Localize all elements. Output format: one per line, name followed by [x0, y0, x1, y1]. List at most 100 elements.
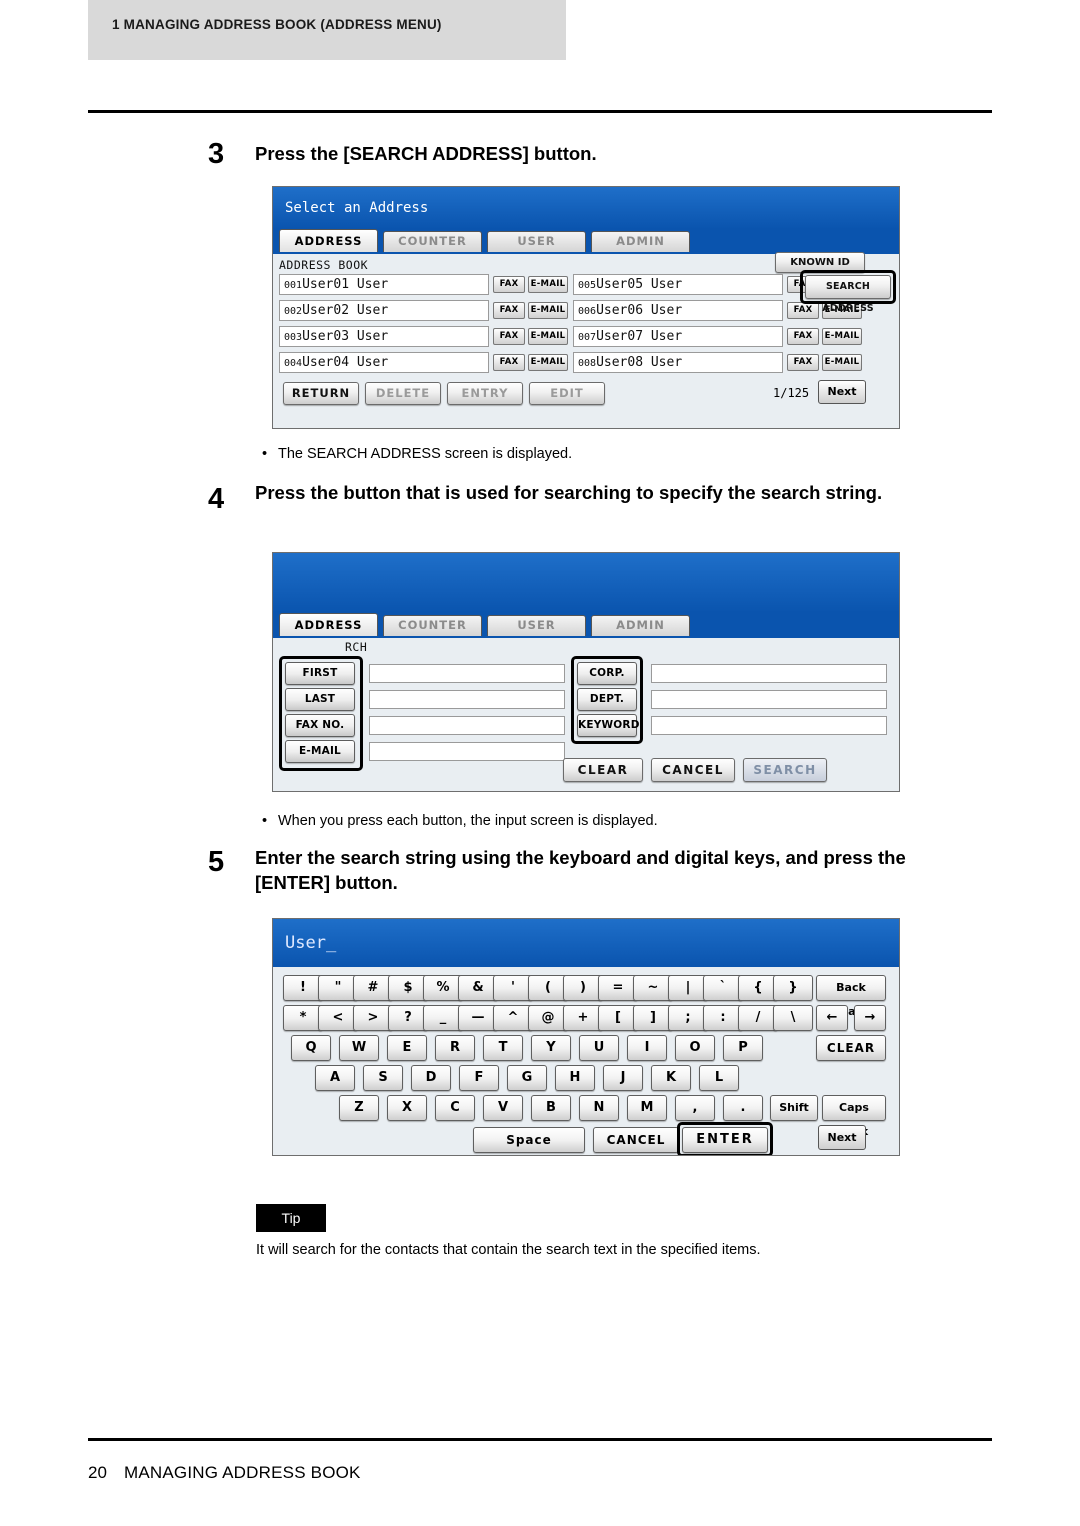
- key-backslash[interactable]: \: [773, 1005, 813, 1031]
- arrow-left-icon[interactable]: ←: [816, 1005, 848, 1031]
- key-t[interactable]: T: [483, 1035, 523, 1061]
- email-badge[interactable]: E-MAIL: [528, 354, 568, 371]
- key-period[interactable]: .: [723, 1095, 763, 1121]
- key-bracket-open[interactable]: [: [598, 1005, 638, 1031]
- key-apostrophe[interactable]: ': [493, 975, 533, 1001]
- fax-badge[interactable]: FAX: [493, 276, 525, 293]
- key-slash[interactable]: /: [738, 1005, 778, 1031]
- back-space-key[interactable]: Back Space: [816, 975, 886, 1018]
- email-badge[interactable]: E-MAIL: [528, 328, 568, 345]
- key-emdash[interactable]: —: [458, 1005, 498, 1031]
- key-plus[interactable]: +: [563, 1005, 603, 1031]
- email-field[interactable]: [369, 742, 565, 761]
- key-brace-open[interactable]: {: [738, 975, 778, 1001]
- fax-badge[interactable]: FAX: [493, 328, 525, 345]
- edit-button[interactable]: EDIT: [529, 382, 605, 405]
- table-row[interactable]: 006User06 User: [573, 300, 783, 321]
- key-f[interactable]: F: [459, 1065, 499, 1091]
- delete-button[interactable]: DELETE: [365, 382, 441, 405]
- key-q[interactable]: Q: [291, 1035, 331, 1061]
- key-b[interactable]: B: [531, 1095, 571, 1121]
- key-colon[interactable]: :: [703, 1005, 743, 1031]
- key-r[interactable]: R: [435, 1035, 475, 1061]
- enter-key[interactable]: ENTER: [682, 1127, 768, 1153]
- key-h[interactable]: H: [555, 1065, 595, 1091]
- dept-button[interactable]: DEPT.: [577, 688, 637, 711]
- last-name-field[interactable]: [369, 690, 565, 709]
- tab-counter[interactable]: COUNTER: [383, 231, 482, 252]
- key-percent[interactable]: %: [423, 975, 463, 1001]
- key-underscore[interactable]: _: [423, 1005, 463, 1031]
- key-c[interactable]: C: [435, 1095, 475, 1121]
- key-backtick[interactable]: `: [703, 975, 743, 1001]
- key-exclam[interactable]: !: [283, 975, 323, 1001]
- clear-key[interactable]: CLEAR: [816, 1035, 886, 1061]
- corp-field[interactable]: [651, 664, 887, 683]
- table-row[interactable]: 008User08 User: [573, 352, 783, 373]
- key-n[interactable]: N: [579, 1095, 619, 1121]
- key-hash[interactable]: #: [353, 975, 393, 1001]
- key-z[interactable]: Z: [339, 1095, 379, 1121]
- key-bracket-close[interactable]: ]: [633, 1005, 673, 1031]
- dept-field[interactable]: [651, 690, 887, 709]
- first-name-field[interactable]: [369, 664, 565, 683]
- key-k[interactable]: K: [651, 1065, 691, 1091]
- cancel-key[interactable]: CANCEL: [593, 1127, 679, 1153]
- key-g[interactable]: G: [507, 1065, 547, 1091]
- table-row[interactable]: 007User07 User: [573, 326, 783, 347]
- email-badge[interactable]: E-MAIL: [822, 328, 862, 345]
- tab-user[interactable]: USER: [487, 231, 586, 252]
- table-row[interactable]: 005User05 User: [573, 274, 783, 295]
- fax-no-button[interactable]: FAX NO.: [285, 714, 355, 737]
- tab-address[interactable]: ADDRESS: [279, 613, 378, 636]
- key-y[interactable]: Y: [531, 1035, 571, 1061]
- key-m[interactable]: M: [627, 1095, 667, 1121]
- keyword-button[interactable]: KEYWORD: [577, 714, 639, 737]
- search-string-input[interactable]: User_: [273, 919, 899, 967]
- next-button[interactable]: Next: [818, 380, 866, 404]
- key-i[interactable]: I: [627, 1035, 667, 1061]
- key-comma[interactable]: ,: [675, 1095, 715, 1121]
- arrow-right-icon[interactable]: →: [854, 1005, 886, 1031]
- fax-badge[interactable]: FAX: [787, 354, 819, 371]
- tab-admin[interactable]: ADMIN: [591, 231, 690, 252]
- key-at[interactable]: @: [528, 1005, 568, 1031]
- keyword-field[interactable]: [651, 716, 887, 735]
- fax-badge[interactable]: FAX: [787, 302, 819, 319]
- email-badge[interactable]: E-MAIL: [528, 302, 568, 319]
- key-v[interactable]: V: [483, 1095, 523, 1121]
- last-name-button[interactable]: LAST NAME: [285, 688, 355, 726]
- key-question[interactable]: ?: [388, 1005, 428, 1031]
- tab-admin[interactable]: ADMIN: [591, 615, 690, 636]
- shift-key[interactable]: Shift: [770, 1095, 818, 1121]
- corp-button[interactable]: CORP.: [577, 662, 637, 685]
- key-caret[interactable]: ^: [493, 1005, 533, 1031]
- key-quote[interactable]: ": [318, 975, 358, 1001]
- tab-address[interactable]: ADDRESS: [279, 229, 378, 252]
- key-asterisk[interactable]: *: [283, 1005, 323, 1031]
- tab-counter[interactable]: COUNTER: [383, 615, 482, 636]
- table-row[interactable]: 001User01 User: [279, 274, 489, 295]
- tab-user[interactable]: USER: [487, 615, 586, 636]
- search-button[interactable]: SEARCH: [743, 758, 827, 782]
- table-row[interactable]: 003User03 User: [279, 326, 489, 347]
- key-ampersand[interactable]: &: [458, 975, 498, 1001]
- clear-button[interactable]: CLEAR: [563, 758, 643, 782]
- key-p[interactable]: P: [723, 1035, 763, 1061]
- key-w[interactable]: W: [339, 1035, 379, 1061]
- return-button[interactable]: RETURN: [283, 382, 359, 405]
- caps-lock-key[interactable]: Caps Lock: [822, 1095, 886, 1138]
- key-paren-close[interactable]: ): [563, 975, 603, 1001]
- key-e[interactable]: E: [387, 1035, 427, 1061]
- email-button[interactable]: E-MAIL: [285, 740, 355, 763]
- fax-badge[interactable]: FAX: [787, 328, 819, 345]
- key-a[interactable]: A: [315, 1065, 355, 1091]
- space-key[interactable]: Space: [473, 1127, 585, 1153]
- fax-badge[interactable]: FAX: [493, 302, 525, 319]
- key-dollar[interactable]: $: [388, 975, 428, 1001]
- next-key[interactable]: Next: [818, 1125, 866, 1150]
- key-pipe[interactable]: |: [668, 975, 708, 1001]
- key-u[interactable]: U: [579, 1035, 619, 1061]
- email-badge[interactable]: E-MAIL: [822, 354, 862, 371]
- key-l[interactable]: L: [699, 1065, 739, 1091]
